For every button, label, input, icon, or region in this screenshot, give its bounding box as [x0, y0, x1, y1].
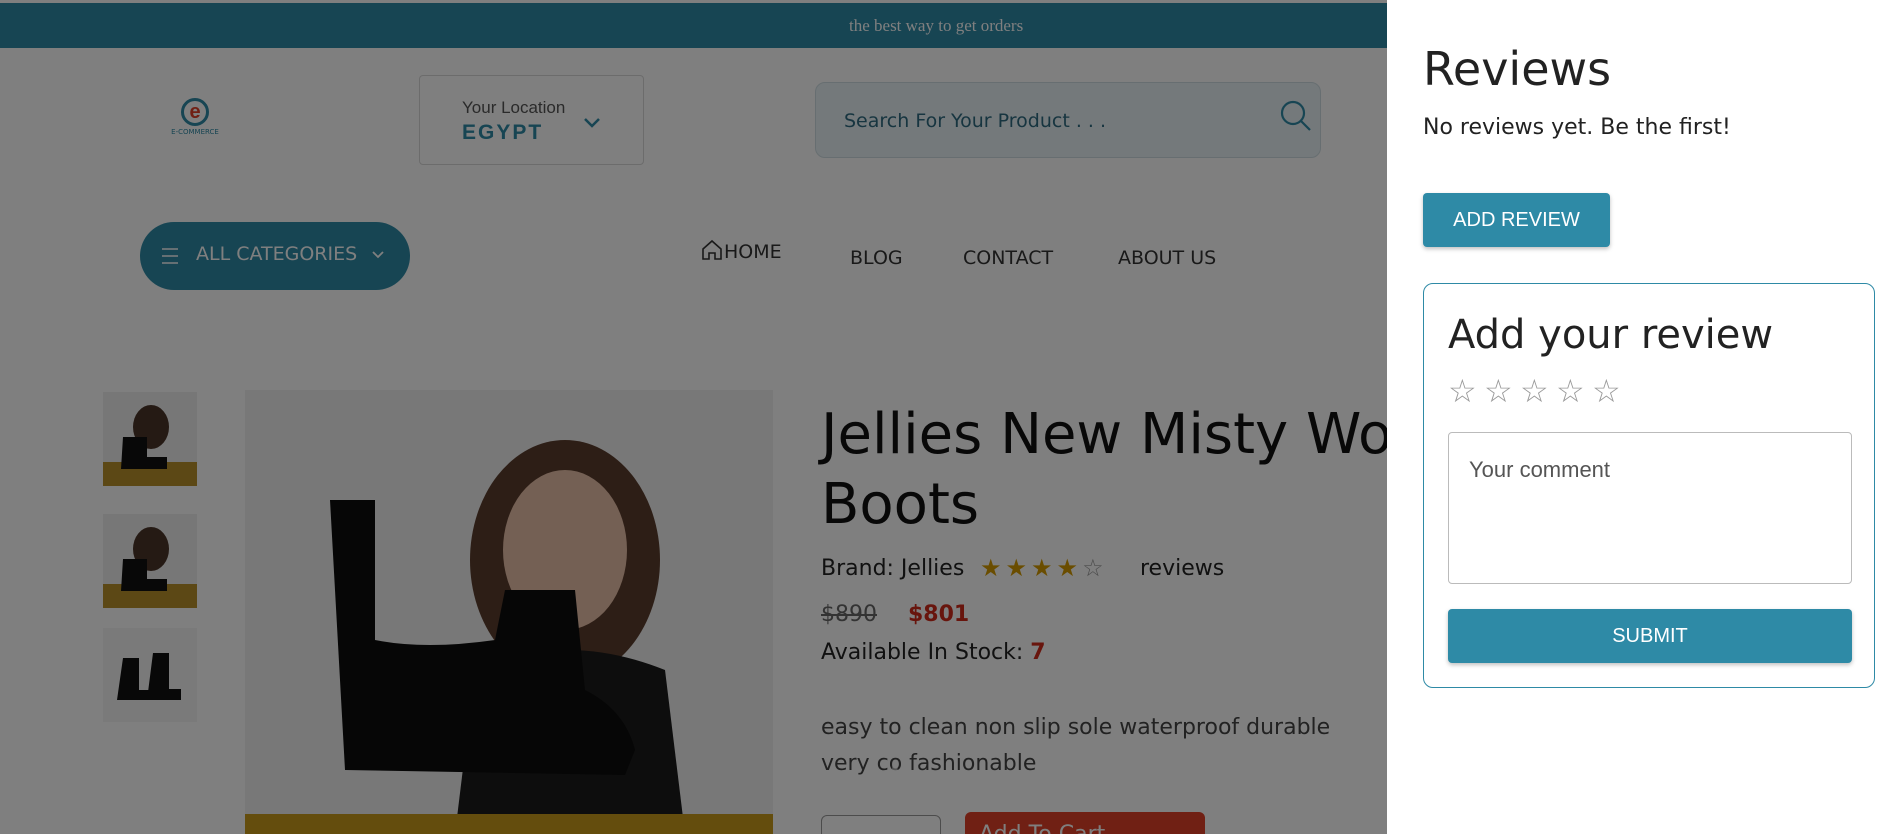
add-review-button[interactable]: ADD REVIEW — [1423, 193, 1610, 247]
submit-button[interactable]: SUBMIT — [1448, 609, 1852, 663]
modal-backdrop[interactable] — [0, 0, 1387, 834]
reviews-title: Reviews — [1423, 42, 1612, 96]
star-empty-icon[interactable]: ☆ — [1592, 372, 1628, 410]
reviews-drawer: Reviews No reviews yet. Be the first! AD… — [1387, 0, 1896, 834]
no-reviews-message: No reviews yet. Be the first! — [1423, 115, 1731, 140]
rating-input: ☆ ☆ ☆ ☆ ☆ — [1448, 372, 1628, 410]
add-review-title: Add your review — [1448, 312, 1774, 358]
add-review-form: Add your review ☆☆☆☆☆ SUBMIT — [1423, 283, 1875, 688]
comment-input[interactable] — [1448, 432, 1852, 584]
star-empty-icon[interactable]: ☆ — [1484, 372, 1520, 410]
star-empty-icon[interactable]: ☆ — [1448, 372, 1484, 410]
star-empty-icon[interactable]: ☆ — [1556, 372, 1592, 410]
star-empty-icon[interactable]: ☆ — [1520, 372, 1556, 410]
